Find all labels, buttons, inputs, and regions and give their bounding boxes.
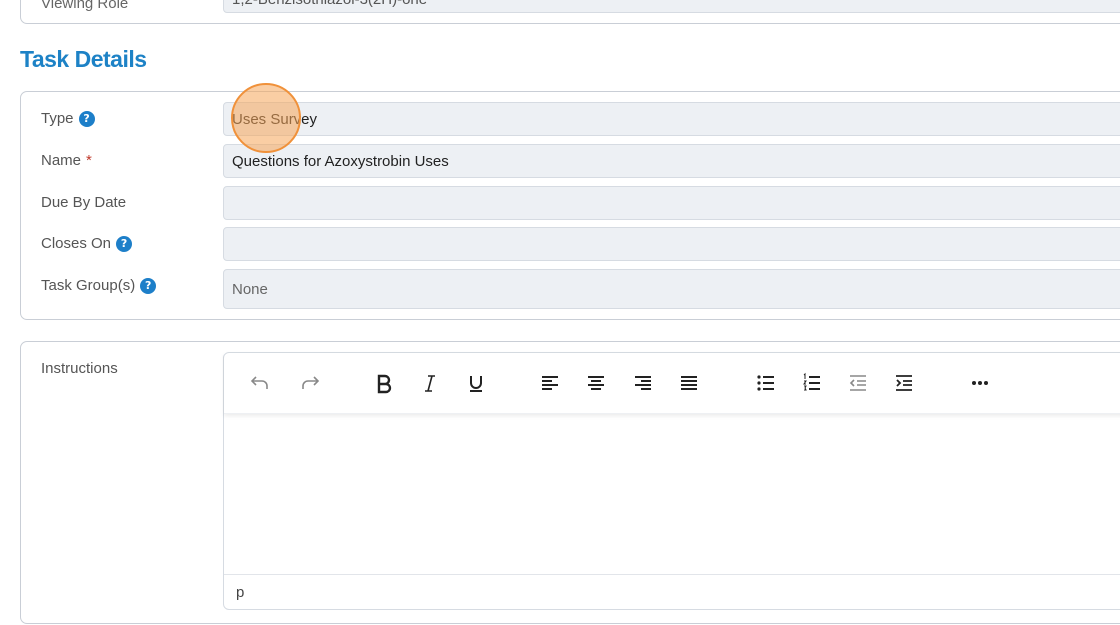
redo-icon[interactable] [296, 369, 324, 397]
underline-icon[interactable] [462, 369, 490, 397]
editor-statusbar: p [224, 574, 1120, 609]
help-icon[interactable]: ? [78, 110, 95, 127]
task-groups-label: Task Group(s) ? [41, 277, 157, 294]
indent-icon[interactable] [890, 369, 918, 397]
name-label: Name * [41, 152, 92, 169]
more-icon[interactable] [966, 369, 994, 397]
name-field[interactable]: Questions for Azoxystrobin Uses [223, 144, 1120, 178]
align-left-icon[interactable] [536, 369, 564, 397]
bullet-list-icon[interactable] [752, 369, 780, 397]
editor-toolbar [224, 353, 1120, 414]
task-groups-select[interactable]: None [223, 269, 1120, 309]
role-card: Viewing Role 1,2-Benzisothiazol-3(2H)-on… [20, 0, 1120, 24]
numbered-list-icon[interactable] [798, 369, 826, 397]
required-mark: * [86, 152, 92, 169]
instructions-card: Instructions p [20, 341, 1120, 624]
align-justify-icon[interactable] [675, 369, 703, 397]
italic-icon[interactable] [416, 369, 444, 397]
viewing-role-label: Viewing Role [41, 0, 129, 12]
closes-on-field[interactable] [223, 227, 1120, 261]
type-label: Type ? [41, 110, 95, 127]
closes-on-label: Closes On ? [41, 235, 133, 252]
viewing-role-field[interactable]: 1,2-Benzisothiazol-3(2H)-one [223, 0, 1120, 13]
help-icon[interactable]: ? [116, 235, 133, 252]
type-label-text: Type [41, 110, 74, 127]
help-icon[interactable]: ? [140, 277, 157, 294]
name-label-text: Name [41, 152, 82, 169]
outdent-icon[interactable] [844, 369, 872, 397]
align-center-icon[interactable] [582, 369, 610, 397]
type-field[interactable]: Uses Survey [223, 102, 1120, 136]
due-by-date-field[interactable] [223, 186, 1120, 220]
undo-icon[interactable] [246, 369, 274, 397]
element-path[interactable]: p [236, 584, 244, 601]
align-right-icon[interactable] [629, 369, 657, 397]
task-groups-label-text: Task Group(s) [41, 277, 136, 294]
instructions-label: Instructions [41, 360, 118, 377]
section-title: Task Details [20, 46, 147, 72]
bold-icon[interactable] [370, 369, 398, 397]
rich-text-editor: p [223, 352, 1120, 610]
task-details-card: Type ? Uses Survey Name * Questions for … [20, 91, 1120, 320]
due-by-date-label: Due By Date [41, 194, 127, 211]
closes-on-label-text: Closes On [41, 235, 112, 252]
